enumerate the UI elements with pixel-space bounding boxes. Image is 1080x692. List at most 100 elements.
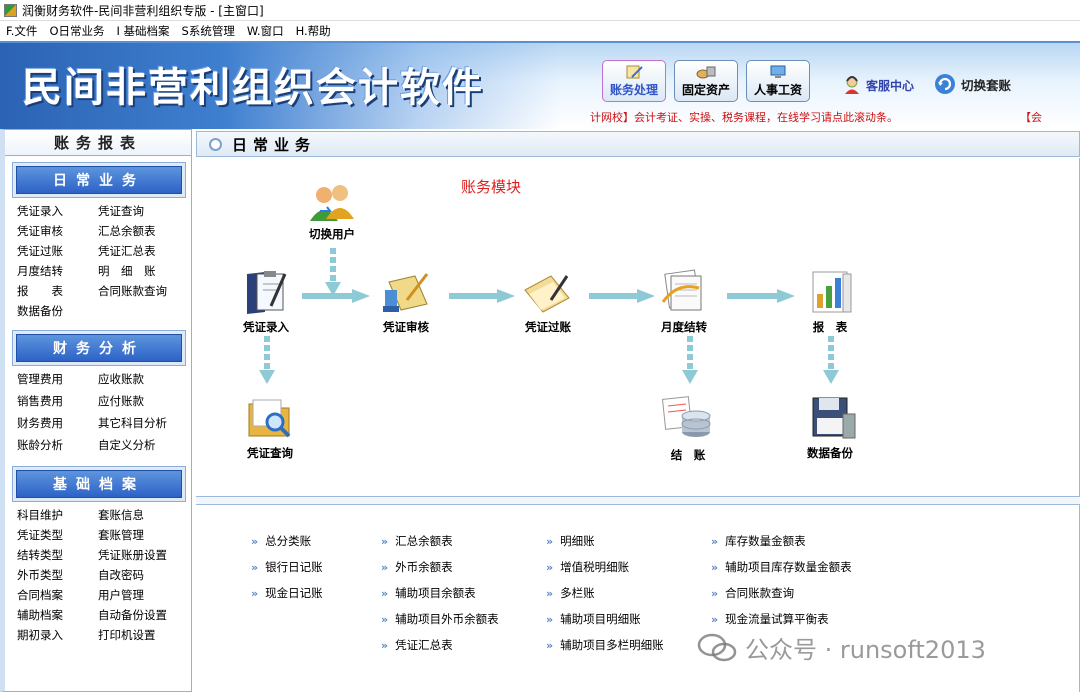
report-link-label: 明细账 <box>560 534 595 548</box>
sidebar-link[interactable]: 数据备份 <box>17 303 98 320</box>
report-link[interactable]: » 汇总余额表 <box>381 533 453 549</box>
voucher-query-node[interactable]: 凭证查询 <box>230 394 310 461</box>
voucher-posting-label: 凭证过账 <box>525 320 571 334</box>
sidebar-link[interactable]: 套账管理 <box>98 527 198 544</box>
report-link[interactable]: » 银行日记账 <box>251 559 323 575</box>
sidebar-link[interactable]: 期初录入 <box>17 627 98 644</box>
voucher-review-node[interactable]: 凭证审核 <box>366 268 446 335</box>
report-link-label: 辅助项目库存数量金额表 <box>725 560 852 574</box>
accounting-button[interactable]: 账务处理 <box>602 60 666 102</box>
voucher-query-label: 凭证查询 <box>247 446 293 460</box>
window-title: 润衡财务软件-民间非营利组织专版 - [主窗口] <box>22 3 264 18</box>
sidebar-link[interactable]: 汇总余额表 <box>98 223 198 240</box>
menu-window[interactable]: W.窗口 <box>247 23 284 39</box>
sidebar-link[interactable]: 合同档案 <box>17 587 98 604</box>
switch-user-node[interactable]: 切换用户 <box>292 183 372 242</box>
menu-help[interactable]: H.帮助 <box>296 23 331 39</box>
report-link[interactable]: » 外币余额表 <box>381 559 453 575</box>
report-link[interactable]: » 辅助项目余额表 <box>381 585 476 601</box>
report-link-label: 多栏账 <box>560 586 595 600</box>
report-link[interactable]: » 辅助项目多栏明细账 <box>546 637 664 653</box>
switch-account-link[interactable]: 切换套账 <box>934 73 1011 95</box>
sidebar-link[interactable]: 应付账款 <box>98 393 198 410</box>
voucher-posting-node[interactable]: 凭证过账 <box>508 268 588 335</box>
sidebar-link[interactable]: 凭证录入 <box>17 203 98 220</box>
report-link[interactable]: » 凭证汇总表 <box>381 637 453 653</box>
news-ticker-tail[interactable]: 【会 <box>1020 109 1042 125</box>
hr-payroll-button[interactable]: 人事工资 <box>746 60 810 102</box>
report-link[interactable]: » 总分类账 <box>251 533 311 549</box>
sidebar-link[interactable]: 自定义分析 <box>98 437 198 454</box>
sidebar-link[interactable]: 凭证账册设置 <box>98 547 198 564</box>
report-link-label: 总分类账 <box>265 534 312 548</box>
sidebar-link[interactable]: 凭证查询 <box>98 203 198 220</box>
sidebar-link[interactable]: 自改密码 <box>98 567 198 584</box>
report-link[interactable]: » 明细账 <box>546 533 595 549</box>
menu-archive[interactable]: I 基础档案 <box>117 23 170 39</box>
sidebar-link[interactable]: 打印机设置 <box>98 627 198 644</box>
database-icon <box>661 396 711 437</box>
customer-service-label: 客服中心 <box>866 78 915 93</box>
menu-system[interactable]: S系统管理 <box>182 23 235 39</box>
menu-daily[interactable]: O日常业务 <box>49 23 104 39</box>
group-header-archive[interactable]: 基础档案 <box>12 466 186 502</box>
news-ticker[interactable]: 计网校】会计考证、实操、税务课程，在线学习请点此滚动条。 <box>590 109 898 125</box>
sidebar-link[interactable]: 结转类型 <box>17 547 98 564</box>
sidebar-link[interactable]: 销售费用 <box>17 393 98 410</box>
sidebar-link[interactable]: 报 表 <box>17 283 98 300</box>
double-chevron-icon: » <box>381 534 389 548</box>
group-title-analysis: 财务分析 <box>16 334 182 362</box>
sidebar-link[interactable]: 用户管理 <box>98 587 198 604</box>
double-chevron-icon: » <box>381 560 389 574</box>
fixed-assets-button[interactable]: 固定资产 <box>674 60 738 102</box>
arrow-down-icon <box>325 248 341 296</box>
group-header-analysis[interactable]: 财务分析 <box>12 330 186 366</box>
report-link[interactable]: » 辅助项目库存数量金额表 <box>711 559 852 575</box>
sidebar-link[interactable]: 科目维护 <box>17 507 98 524</box>
sidebar-link[interactable]: 凭证过账 <box>17 243 98 260</box>
report-link[interactable]: » 辅助项目明细账 <box>546 611 641 627</box>
sidebar-link[interactable]: 合同账款查询 <box>98 283 198 300</box>
sidebar-link[interactable]: 套账信息 <box>98 507 198 524</box>
group-header-daily[interactable]: 日常业务 <box>12 162 186 198</box>
report-link[interactable]: » 合同账款查询 <box>711 585 794 601</box>
arrow-down-icon <box>259 336 275 384</box>
sidebar-link[interactable]: 凭证类型 <box>17 527 98 544</box>
customer-service-link[interactable]: 客服中心 <box>842 75 914 95</box>
report-link-label: 辅助项目明细账 <box>560 612 641 626</box>
report-link[interactable]: » 增值税明细账 <box>546 559 629 575</box>
sidebar-link[interactable]: 其它科目分析 <box>98 415 198 432</box>
report-label: 报 表 <box>812 320 848 334</box>
clipboard-pen-icon <box>247 271 287 314</box>
sidebar-link[interactable]: 账龄分析 <box>17 437 98 454</box>
year-close-node[interactable]: 结 账 <box>648 394 728 463</box>
monthly-closing-node[interactable]: 月度结转 <box>644 268 724 335</box>
report-link-label: 外币余额表 <box>395 560 453 574</box>
report-link[interactable]: » 多栏账 <box>546 585 595 601</box>
sidebar-link[interactable]: 应收账款 <box>98 371 198 388</box>
report-node[interactable]: 报 表 <box>790 268 870 335</box>
sidebar-link[interactable]: 凭证审核 <box>17 223 98 240</box>
report-link[interactable]: » 现金日记账 <box>251 585 323 601</box>
report-link[interactable]: » 库存数量金额表 <box>711 533 806 549</box>
sidebar-link[interactable]: 辅助档案 <box>17 607 98 624</box>
sidebar-link[interactable]: 凭证汇总表 <box>98 243 198 260</box>
sidebar-link[interactable]: 明 细 账 <box>98 263 198 280</box>
report-link[interactable]: » 现金流量试算平衡表 <box>711 611 829 627</box>
double-chevron-icon: » <box>546 534 554 548</box>
report-link[interactable]: » 辅助项目外币余额表 <box>381 611 499 627</box>
sidebar-link[interactable]: 财务费用 <box>17 415 98 432</box>
double-chevron-icon: » <box>381 586 389 600</box>
data-backup-node[interactable]: 数据备份 <box>790 394 870 461</box>
sidebar-link[interactable]: 管理费用 <box>17 371 98 388</box>
menu-file[interactable]: F.文件 <box>6 23 37 39</box>
double-chevron-icon: » <box>546 612 554 626</box>
voucher-entry-label: 凭证录入 <box>243 320 289 334</box>
sidebar-link[interactable]: 自动备份设置 <box>98 607 198 624</box>
sidebar-link[interactable]: 外币类型 <box>17 567 98 584</box>
circle-bullet-icon <box>209 137 222 151</box>
sidebar-link[interactable]: 月度结转 <box>17 263 98 280</box>
content-header-title: 日常业务 <box>232 135 317 154</box>
arrow-right-icon <box>449 289 515 303</box>
voucher-entry-node[interactable]: 凭证录入 <box>226 268 306 335</box>
